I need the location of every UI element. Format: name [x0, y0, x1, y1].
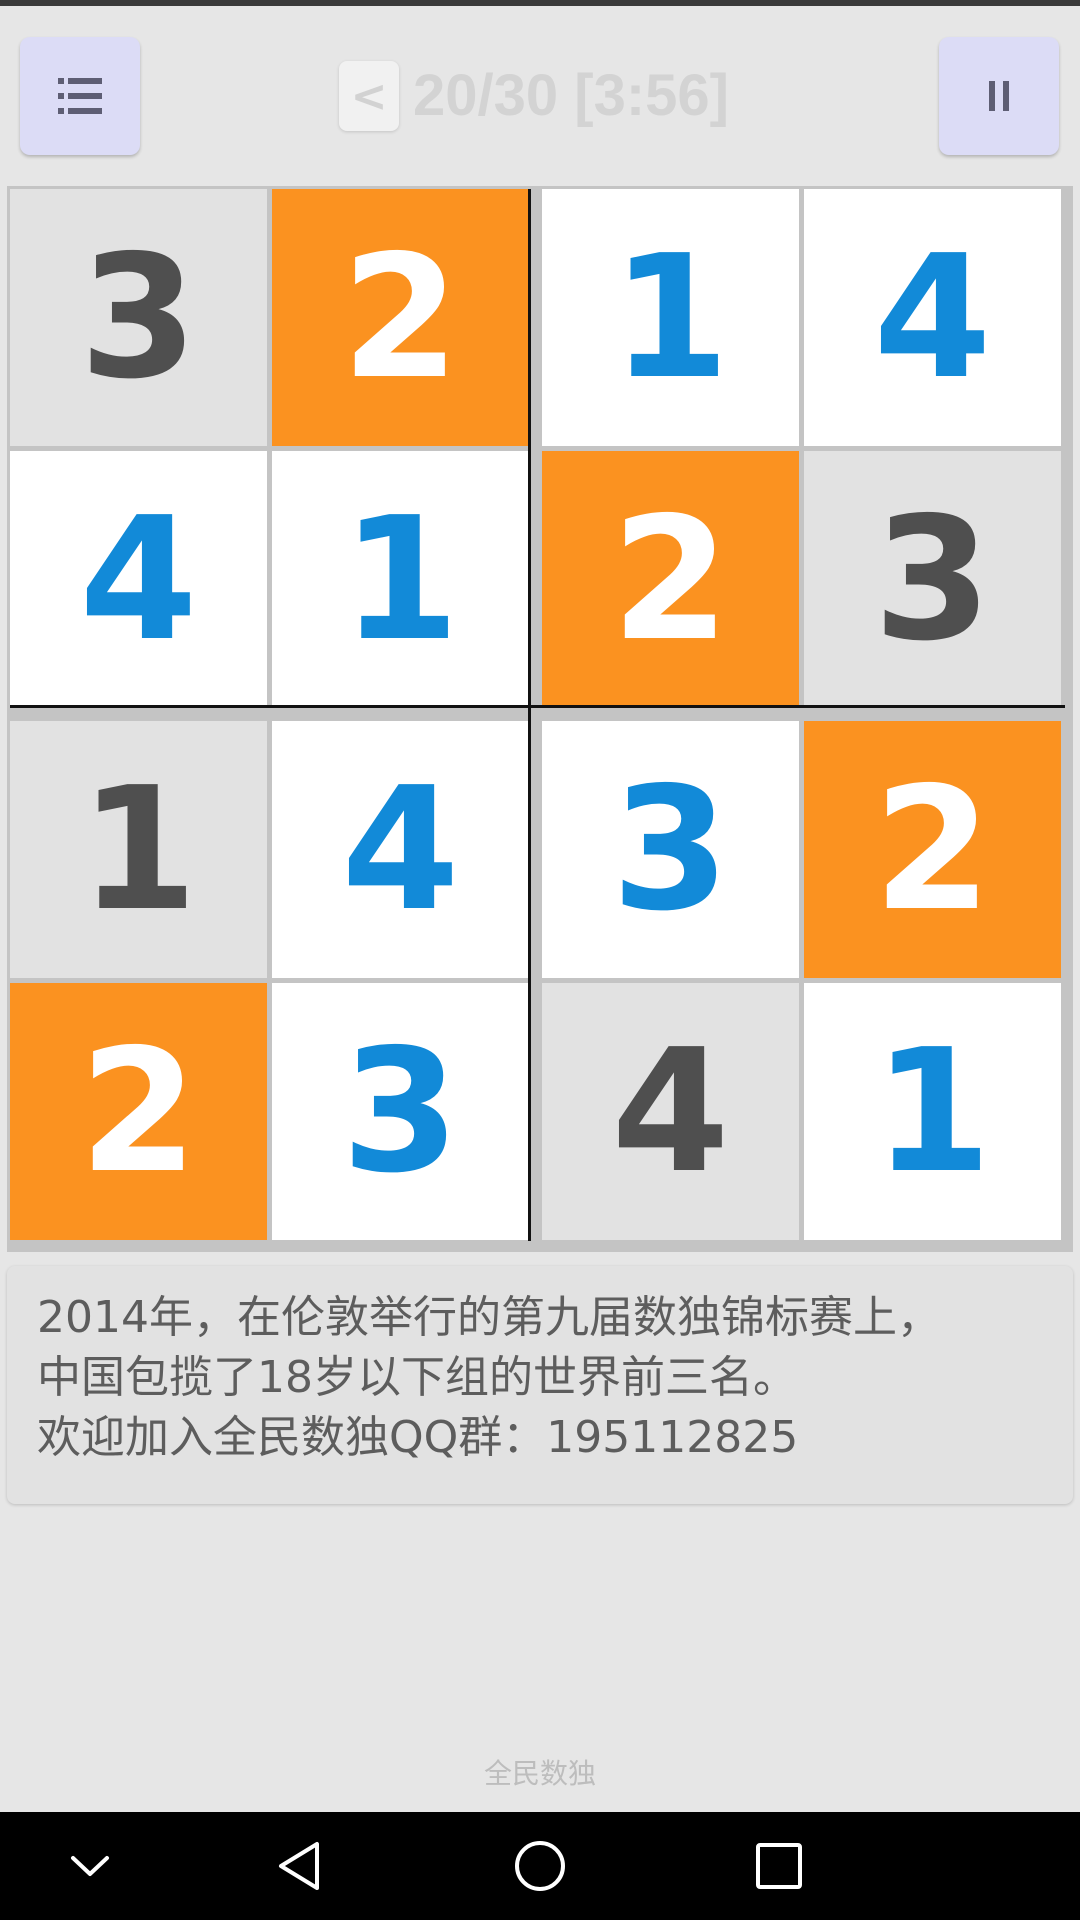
sudoku-cell[interactable]: 2	[10, 983, 267, 1240]
sudoku-cell[interactable]: 1	[804, 983, 1061, 1240]
sudoku-cell[interactable]: 4	[804, 189, 1061, 446]
chevron-down-icon[interactable]	[54, 1830, 126, 1902]
sudoku-board: 3214412314322341	[7, 186, 1073, 1252]
sudoku-cell[interactable]: 4	[272, 721, 529, 978]
sudoku-cell[interactable]: 2	[542, 451, 799, 708]
back-button[interactable]: <	[339, 61, 399, 131]
tip-line: 中国包揽了18岁以下组的世界前三名。	[37, 1352, 797, 1403]
sudoku-cell[interactable]: 2	[804, 721, 1061, 978]
tip-card: 2014年，在伦敦举行的第九届数独锦标赛上， 中国包揽了18岁以下组的世界前三名…	[7, 1266, 1073, 1504]
pause-button[interactable]	[939, 37, 1059, 155]
sudoku-cell[interactable]: 1	[542, 189, 799, 446]
app-name-footer: 全民数独	[483, 1757, 596, 1790]
sudoku-cell[interactable]: 4	[542, 983, 799, 1240]
tip-line: 欢迎加入全民数独QQ群：195112825	[37, 1412, 799, 1463]
sudoku-cell[interactable]: 2	[272, 189, 529, 446]
menu-list-icon	[58, 78, 102, 114]
sudoku-cell[interactable]: 3	[10, 189, 267, 446]
tip-line: 2014年，在伦敦举行的第九届数独锦标赛上，	[37, 1292, 941, 1343]
status-bar-strip	[0, 0, 1080, 6]
sudoku-cell[interactable]: 1	[10, 721, 267, 978]
menu-button[interactable]	[20, 37, 140, 155]
box-divider-horizontal	[10, 705, 1065, 708]
sudoku-cell[interactable]: 1	[272, 451, 529, 708]
pause-icon	[989, 81, 1009, 111]
back-triangle-icon[interactable]	[265, 1830, 337, 1902]
home-circle-icon[interactable]	[504, 1830, 576, 1902]
recents-square-icon[interactable]	[743, 1830, 815, 1902]
progress-timer-text: 20/30 [3:56]	[413, 63, 729, 128]
sudoku-cell[interactable]: 3	[804, 451, 1061, 708]
sudoku-cell[interactable]: 3	[272, 983, 529, 1240]
box-divider-vertical	[528, 189, 531, 1241]
sudoku-cell[interactable]: 3	[542, 721, 799, 978]
sudoku-cell[interactable]: 4	[10, 451, 267, 708]
system-nav-bar	[0, 1812, 1080, 1920]
